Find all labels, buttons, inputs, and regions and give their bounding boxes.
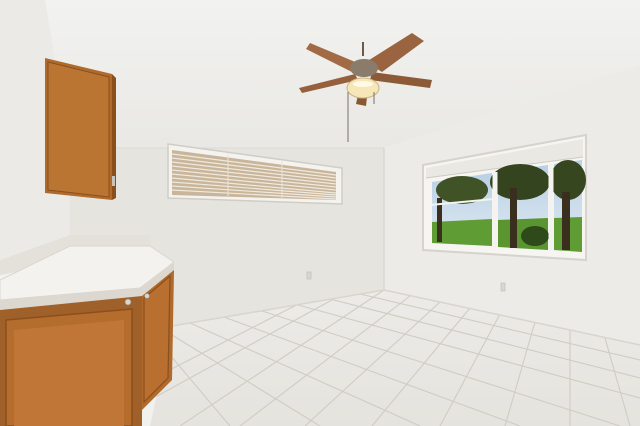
upper-cabinet bbox=[45, 58, 116, 200]
wall-outlet bbox=[306, 271, 312, 280]
cabinet-handle bbox=[112, 176, 115, 186]
cabinet-knob bbox=[144, 293, 150, 299]
room-scene bbox=[0, 0, 640, 426]
kitchen-counter bbox=[0, 235, 175, 426]
cabinet-knob bbox=[124, 298, 132, 306]
wall-outlet bbox=[500, 282, 506, 292]
room-illustration bbox=[0, 0, 640, 426]
